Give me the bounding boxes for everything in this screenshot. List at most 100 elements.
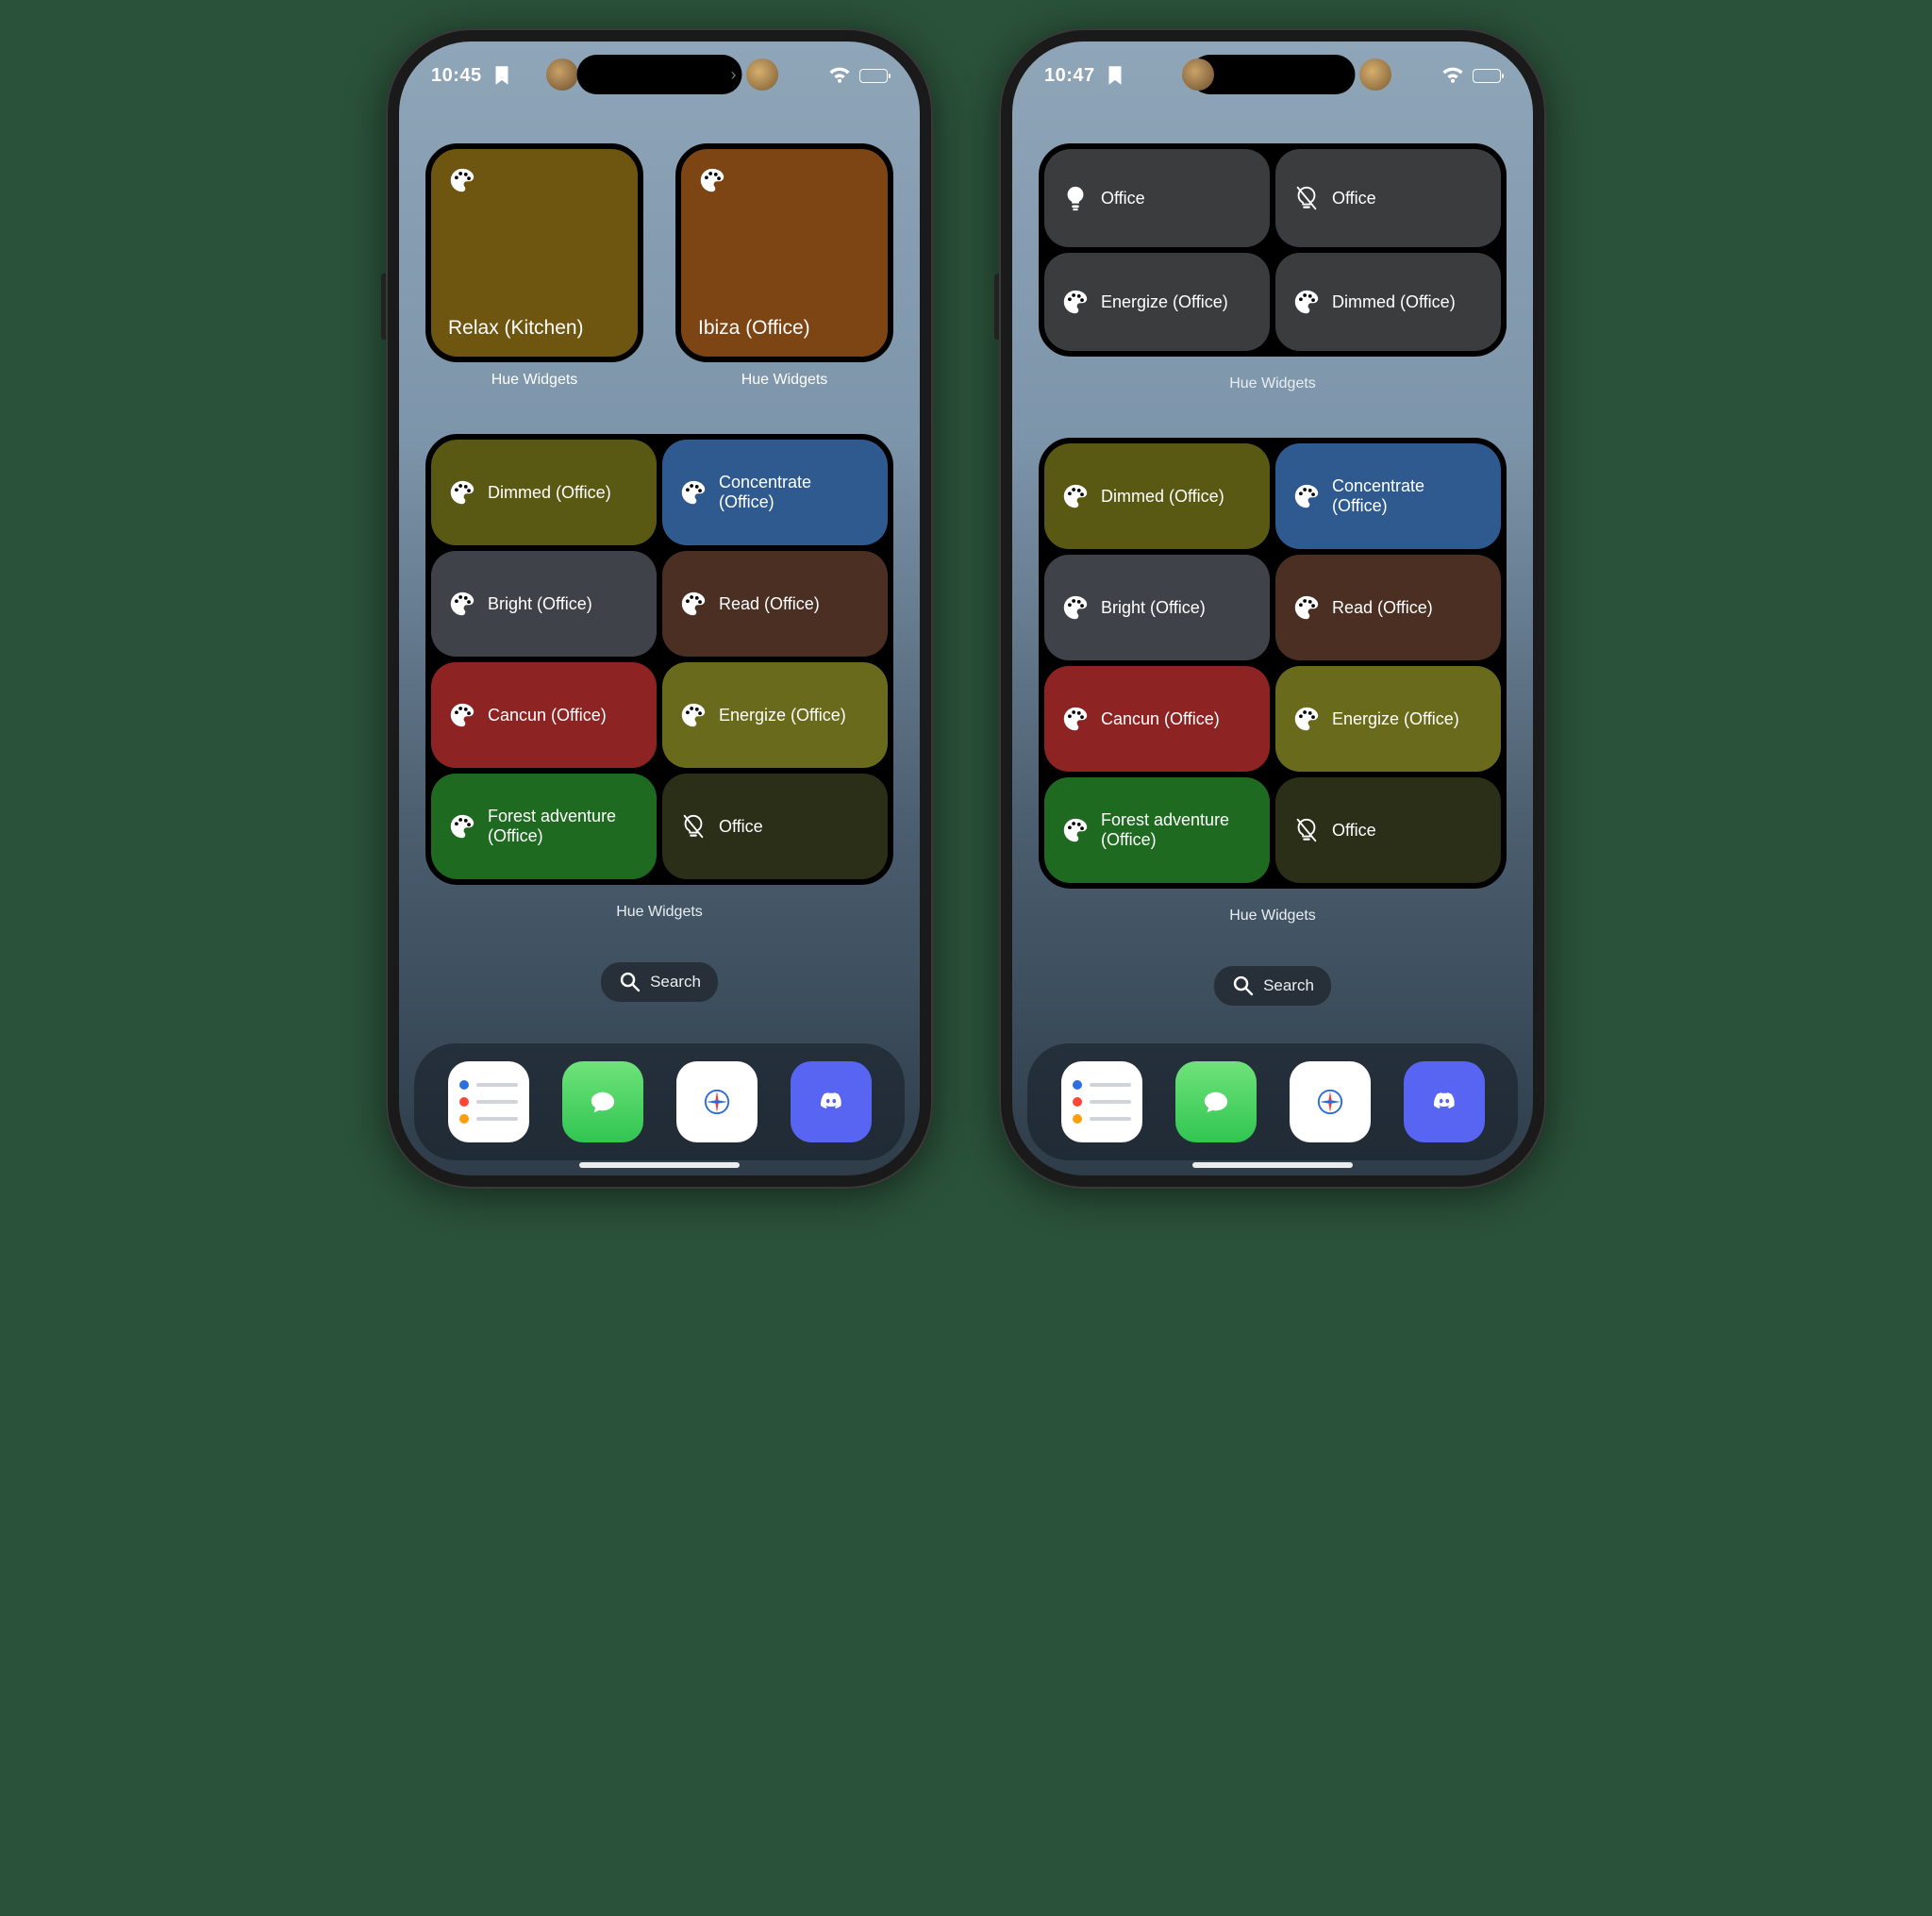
palette-icon bbox=[1292, 593, 1321, 622]
palette-icon bbox=[1292, 705, 1321, 733]
dock bbox=[1027, 1043, 1518, 1160]
scene-label: Dimmed (Office) bbox=[488, 483, 611, 503]
messages-icon bbox=[1202, 1075, 1230, 1129]
scenes-grid-widget[interactable]: Dimmed (Office) Concentrate (Office) Brigh… bbox=[425, 434, 893, 885]
scene-label: Relax (Kitchen) bbox=[448, 317, 621, 340]
scene-label: Forest adventure (Office) bbox=[1101, 810, 1253, 849]
scene-label: Forest adventure (Office) bbox=[488, 807, 640, 845]
scene-cell[interactable]: Dimmed (Office) bbox=[1044, 443, 1270, 549]
scene-label: Office bbox=[1332, 821, 1376, 841]
palette-icon bbox=[448, 166, 476, 194]
scene-label: Energize (Office) bbox=[719, 706, 846, 725]
scene-label: Bright (Office) bbox=[488, 594, 592, 614]
search-icon bbox=[618, 970, 642, 994]
scene-label: Dimmed (Office) bbox=[1101, 487, 1224, 507]
dock-app-safari[interactable] bbox=[676, 1061, 758, 1142]
home-search[interactable]: Search bbox=[601, 962, 718, 1002]
phone-left: 10:45 › Relax (Kitchen) bbox=[386, 28, 933, 1189]
scene-cell[interactable]: Office bbox=[1275, 777, 1501, 883]
bulb-on-icon bbox=[1061, 184, 1090, 212]
bookmark-icon bbox=[1103, 63, 1127, 88]
dynamic-island[interactable]: › bbox=[577, 55, 742, 94]
live-activity-avatar[interactable] bbox=[1182, 58, 1214, 91]
quick-action-cell[interactable]: Dimmed (Office) bbox=[1275, 253, 1501, 351]
scene-label: Cancun (Office) bbox=[488, 706, 607, 725]
scene-label: Ibiza (Office) bbox=[698, 317, 871, 340]
dock-app-messages[interactable] bbox=[1175, 1061, 1257, 1142]
scene-cell[interactable]: Forest adventure (Office) bbox=[1044, 777, 1270, 883]
scene-label: Energize (Office) bbox=[1332, 709, 1459, 729]
scene-cell[interactable]: Concentrate (Office) bbox=[1275, 443, 1501, 549]
quick-action-cell[interactable]: Office bbox=[1044, 149, 1270, 247]
scene-widget-ibiza-office[interactable]: Ibiza (Office) bbox=[675, 143, 893, 362]
scene-label: Read (Office) bbox=[719, 594, 820, 614]
widget-caption: Hue Widgets bbox=[1039, 375, 1507, 392]
scene-cell[interactable]: Read (Office) bbox=[662, 551, 888, 657]
bulb-off-icon bbox=[679, 812, 708, 841]
dynamic-island[interactable]: › bbox=[1191, 55, 1356, 94]
bulb-off-icon bbox=[1292, 816, 1321, 844]
bookmark-icon bbox=[490, 63, 514, 88]
search-label: Search bbox=[650, 973, 701, 991]
scene-label: Concentrate (Office) bbox=[719, 473, 871, 511]
quick-actions-widget[interactable]: Office Office Energize (Office) Dimmed (Off… bbox=[1039, 143, 1507, 357]
safari-icon bbox=[1316, 1069, 1344, 1135]
scene-cell[interactable]: Energize (Office) bbox=[1275, 666, 1501, 772]
scene-cell[interactable]: Dimmed (Office) bbox=[431, 440, 657, 545]
scene-cell[interactable]: Bright (Office) bbox=[431, 551, 657, 657]
dock-app-reminders[interactable] bbox=[448, 1061, 529, 1142]
palette-icon bbox=[679, 590, 708, 618]
palette-icon bbox=[1061, 593, 1090, 622]
palette-icon bbox=[448, 812, 476, 841]
palette-icon bbox=[448, 701, 476, 729]
scene-cell[interactable]: Office bbox=[662, 774, 888, 879]
scene-cell[interactable]: Energize (Office) bbox=[662, 662, 888, 768]
search-icon bbox=[1231, 974, 1256, 998]
palette-icon bbox=[679, 701, 708, 729]
scene-label: Read (Office) bbox=[1332, 598, 1433, 618]
quick-action-label: Office bbox=[1101, 189, 1145, 208]
dock bbox=[414, 1043, 905, 1160]
scene-cell[interactable]: Forest adventure (Office) bbox=[431, 774, 657, 879]
dock-app-safari[interactable] bbox=[1290, 1061, 1371, 1142]
palette-icon bbox=[679, 478, 708, 507]
palette-icon bbox=[698, 166, 726, 194]
home-indicator[interactable] bbox=[579, 1162, 740, 1168]
scene-label: Concentrate (Office) bbox=[1332, 476, 1484, 515]
quick-action-label: Energize (Office) bbox=[1101, 292, 1228, 312]
dock-app-discord[interactable] bbox=[1404, 1061, 1485, 1142]
live-activity-avatar[interactable] bbox=[546, 58, 578, 91]
phone-right: 10:47 › OfficeOfficeEnergize (Office)Dim… bbox=[999, 28, 1546, 1189]
messages-icon bbox=[589, 1075, 617, 1129]
live-activity-avatar-right[interactable] bbox=[746, 58, 778, 91]
home-search[interactable]: Search bbox=[1214, 966, 1331, 1006]
safari-icon bbox=[703, 1069, 731, 1135]
palette-icon bbox=[448, 590, 476, 618]
status-bar: 10:45 › bbox=[399, 42, 920, 102]
dock-app-discord[interactable] bbox=[791, 1061, 872, 1142]
live-activity-avatar-right[interactable] bbox=[1359, 58, 1391, 91]
screen: 10:45 › Relax (Kitchen) bbox=[399, 42, 920, 1175]
quick-action-cell[interactable]: Office bbox=[1275, 149, 1501, 247]
dock-app-reminders[interactable] bbox=[1061, 1061, 1142, 1142]
scene-cell[interactable]: Cancun (Office) bbox=[1044, 666, 1270, 772]
scene-label: Bright (Office) bbox=[1101, 598, 1206, 618]
widget-caption: Hue Widgets bbox=[425, 372, 643, 389]
battery-icon bbox=[859, 69, 888, 83]
quick-action-cell[interactable]: Energize (Office) bbox=[1044, 253, 1270, 351]
scenes-grid-widget[interactable]: Dimmed (Office) Concentrate (Office) Brigh… bbox=[1039, 438, 1507, 889]
scene-widget-relax-kitchen[interactable]: Relax (Kitchen) bbox=[425, 143, 643, 362]
home-indicator[interactable] bbox=[1192, 1162, 1353, 1168]
chevron-right-icon: › bbox=[731, 65, 737, 85]
scene-label: Cancun (Office) bbox=[1101, 709, 1220, 729]
palette-icon bbox=[1061, 482, 1090, 510]
widget-caption: Hue Widgets bbox=[425, 904, 893, 921]
screen: 10:47 › OfficeOfficeEnergize (Office)Dim… bbox=[1012, 42, 1533, 1175]
quick-action-label: Dimmed (Office) bbox=[1332, 292, 1456, 312]
dock-app-messages[interactable] bbox=[562, 1061, 643, 1142]
scene-cell[interactable]: Read (Office) bbox=[1275, 555, 1501, 660]
scene-cell[interactable]: Bright (Office) bbox=[1044, 555, 1270, 660]
scene-cell[interactable]: Cancun (Office) bbox=[431, 662, 657, 768]
palette-icon bbox=[1292, 288, 1321, 316]
scene-cell[interactable]: Concentrate (Office) bbox=[662, 440, 888, 545]
